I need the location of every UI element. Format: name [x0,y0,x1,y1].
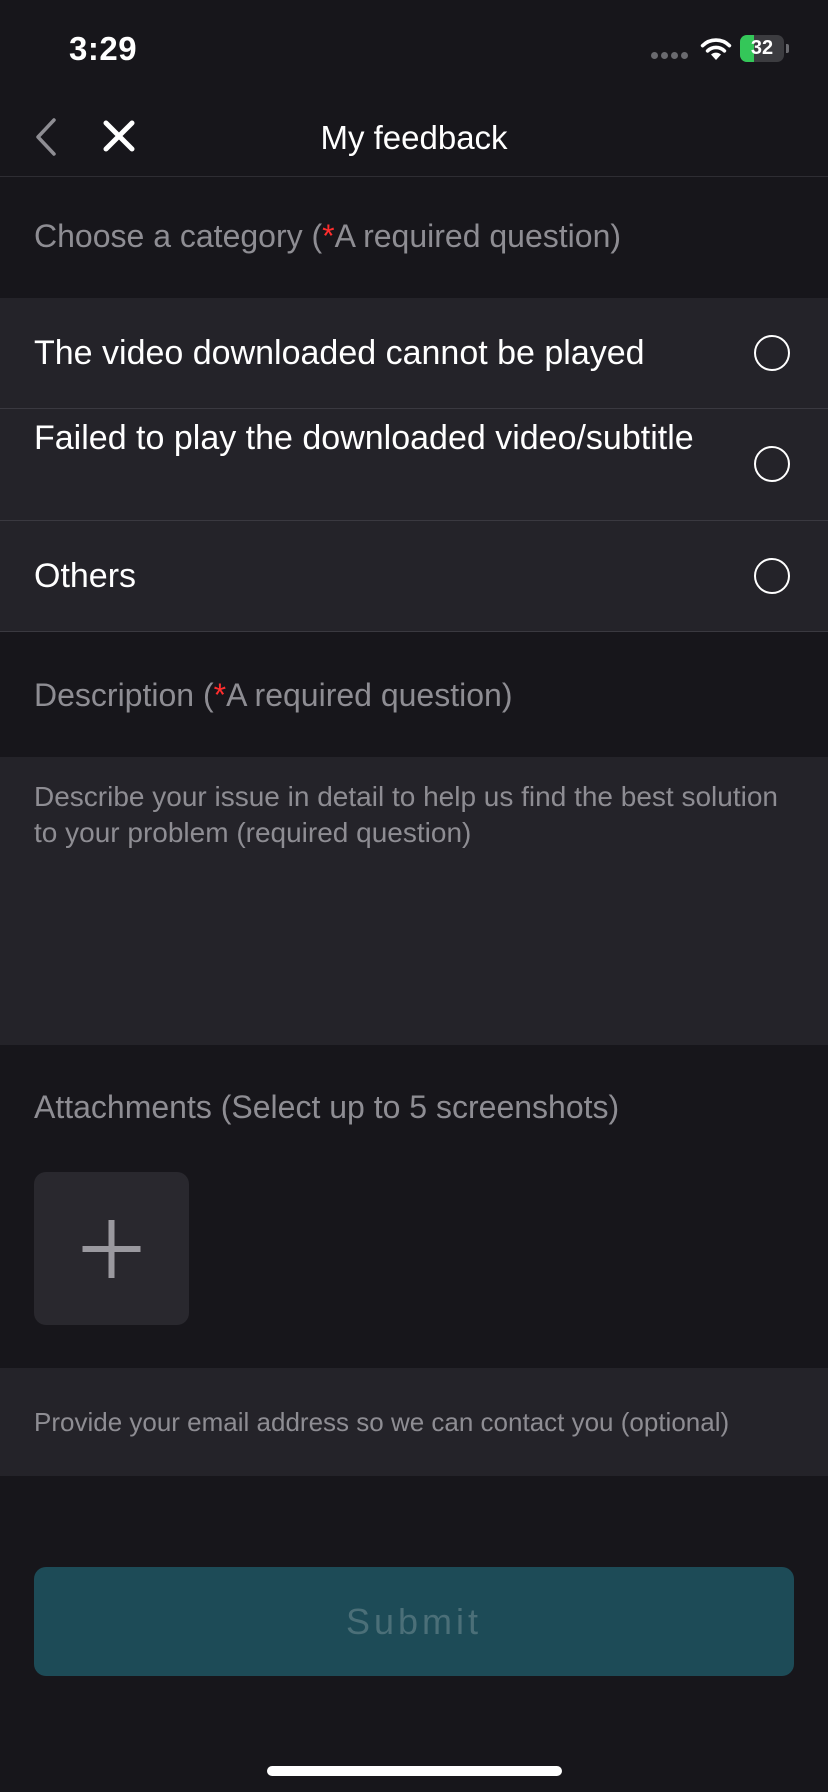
radio-button[interactable] [754,446,790,482]
attachments-section-label: Attachments (Select up to 5 screenshots) [34,1089,620,1125]
required-mark: * [322,218,335,254]
email-box [0,1368,828,1476]
radio-button[interactable] [754,558,790,594]
chevron-left-icon[interactable] [30,114,66,160]
category-label-suffix: A required question) [334,218,622,254]
description-section-label: Description (*A required question) [34,677,512,714]
home-indicator [267,1766,562,1776]
plus-icon [82,1220,141,1278]
cellular-signal-icon [651,52,688,59]
wifi-icon [700,38,732,60]
email-input[interactable] [34,1368,804,1476]
submit-button[interactable]: Submit [34,1567,794,1676]
category-option-others[interactable]: Others [0,521,828,632]
category-label-prefix: Choose a category ( [34,218,323,254]
description-label-prefix: Description ( [34,677,214,713]
description-input[interactable] [34,779,794,1029]
category-option-video-cannot-play[interactable]: The video downloaded cannot be played [0,298,828,409]
category-section-label: Choose a category (*A required question) [34,218,621,255]
close-icon[interactable] [100,117,138,155]
add-attachment-button[interactable] [34,1172,189,1325]
category-option-failed-to-play[interactable]: Failed to play the downloaded video/subt… [0,409,828,521]
category-list: The video downloaded cannot be played Fa… [0,298,828,632]
category-option-label: Others [34,557,137,595]
description-label-suffix: A required question) [226,677,513,713]
category-option-label: The video downloaded cannot be played [34,334,645,372]
description-box [0,757,828,1045]
radio-button[interactable] [754,335,790,371]
battery-level: 32 [750,37,774,59]
nav-bar: My feedback [0,100,828,177]
required-mark: * [213,677,227,713]
battery-icon: 32 [740,35,789,62]
status-time: 3:29 [69,30,138,67]
category-option-label: Failed to play the downloaded video/subt… [34,419,694,457]
status-bar: 3:29 32 [0,0,828,100]
